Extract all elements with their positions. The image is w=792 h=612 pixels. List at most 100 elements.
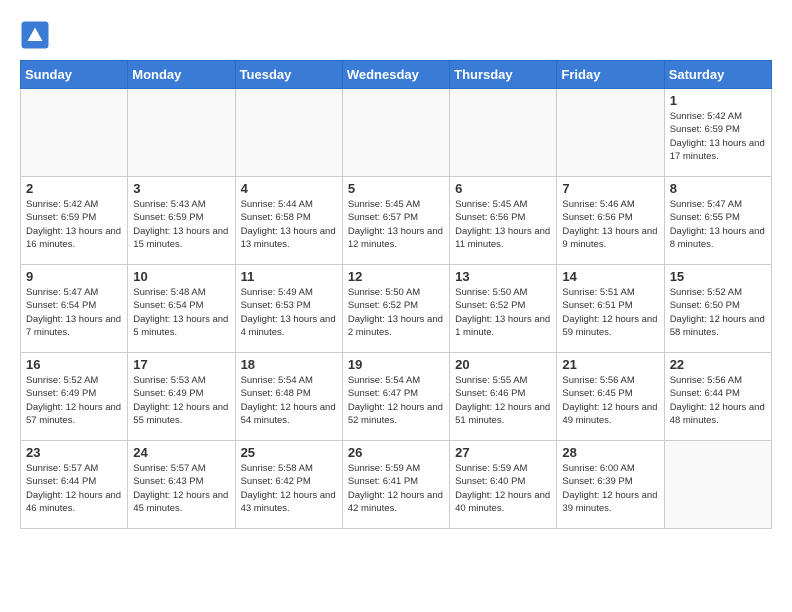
day-number: 16 — [26, 357, 122, 372]
calendar-cell — [21, 89, 128, 177]
calendar-cell — [235, 89, 342, 177]
day-info: Sunrise: 5:56 AM Sunset: 6:45 PM Dayligh… — [562, 374, 658, 427]
calendar-cell: 16 Sunrise: 5:52 AM Sunset: 6:49 PM Dayli… — [21, 353, 128, 441]
week-row-1: 1 Sunrise: 5:42 AM Sunset: 6:59 PM Daylig… — [21, 89, 772, 177]
day-number: 27 — [455, 445, 551, 460]
calendar-cell: 23 Sunrise: 5:57 AM Sunset: 6:44 PM Dayli… — [21, 441, 128, 529]
calendar-cell: 15 Sunrise: 5:52 AM Sunset: 6:50 PM Dayli… — [664, 265, 771, 353]
calendar-cell: 11 Sunrise: 5:49 AM Sunset: 6:53 PM Dayli… — [235, 265, 342, 353]
calendar-cell: 20Sunrise: 5:55 AM Sunset: 6:46 PM Dayli… — [450, 353, 557, 441]
day-number: 6 — [455, 181, 551, 196]
day-info: Sunrise: 5:51 AM Sunset: 6:51 PM Dayligh… — [562, 286, 658, 339]
weekday-header-friday: Friday — [557, 61, 664, 89]
calendar-cell: 6 Sunrise: 5:45 AM Sunset: 6:56 PM Daylig… — [450, 177, 557, 265]
calendar-cell: 22 Sunrise: 5:56 AM Sunset: 6:44 PM Dayli… — [664, 353, 771, 441]
calendar-cell — [557, 89, 664, 177]
day-number: 15 — [670, 269, 766, 284]
day-number: 18 — [241, 357, 337, 372]
calendar-cell: 8 Sunrise: 5:47 AM Sunset: 6:55 PM Daylig… — [664, 177, 771, 265]
day-number: 8 — [670, 181, 766, 196]
day-info: Sunrise: 5:53 AM Sunset: 6:49 PM Dayligh… — [133, 374, 229, 427]
day-number: 4 — [241, 181, 337, 196]
day-info: Sunrise: 5:54 AM Sunset: 6:47 PM Dayligh… — [348, 374, 444, 427]
calendar-cell: 2 Sunrise: 5:42 AM Sunset: 6:59 PM Daylig… — [21, 177, 128, 265]
calendar-cell — [450, 89, 557, 177]
day-info: Sunrise: 5:42 AM Sunset: 6:59 PM Dayligh… — [670, 110, 766, 163]
day-info: Sunrise: 5:59 AM Sunset: 6:41 PM Dayligh… — [348, 462, 444, 515]
day-info: Sunrise: 5:52 AM Sunset: 6:49 PM Dayligh… — [26, 374, 122, 427]
calendar-cell: 17 Sunrise: 5:53 AM Sunset: 6:49 PM Dayli… — [128, 353, 235, 441]
weekday-header-row: SundayMondayTuesdayWednesdayThursdayFrid… — [21, 61, 772, 89]
calendar-cell: 14 Sunrise: 5:51 AM Sunset: 6:51 PM Dayli… — [557, 265, 664, 353]
day-number: 5 — [348, 181, 444, 196]
day-info: Sunrise: 5:43 AM Sunset: 6:59 PM Dayligh… — [133, 198, 229, 251]
day-info: Sunrise: 5:44 AM Sunset: 6:58 PM Dayligh… — [241, 198, 337, 251]
weekday-header-tuesday: Tuesday — [235, 61, 342, 89]
calendar-cell: 28 Sunrise: 6:00 AM Sunset: 6:39 PM Dayli… — [557, 441, 664, 529]
day-number: 24 — [133, 445, 229, 460]
day-info: Sunrise: 5:57 AM Sunset: 6:43 PM Dayligh… — [133, 462, 229, 515]
day-info: Sunrise: 5:56 AM Sunset: 6:44 PM Dayligh… — [670, 374, 766, 427]
day-number: 2 — [26, 181, 122, 196]
day-info: Sunrise: 5:49 AM Sunset: 6:53 PM Dayligh… — [241, 286, 337, 339]
week-row-3: 9Sunrise: 5:47 AM Sunset: 6:54 PM Daylig… — [21, 265, 772, 353]
calendar-cell: 5 Sunrise: 5:45 AM Sunset: 6:57 PM Daylig… — [342, 177, 449, 265]
day-info: Sunrise: 5:48 AM Sunset: 6:54 PM Dayligh… — [133, 286, 229, 339]
weekday-header-thursday: Thursday — [450, 61, 557, 89]
logo-icon — [20, 20, 50, 50]
day-number: 10 — [133, 269, 229, 284]
day-number: 23 — [26, 445, 122, 460]
day-info: Sunrise: 5:58 AM Sunset: 6:42 PM Dayligh… — [241, 462, 337, 515]
day-number: 21 — [562, 357, 658, 372]
week-row-4: 16 Sunrise: 5:52 AM Sunset: 6:49 PM Dayli… — [21, 353, 772, 441]
day-info: Sunrise: 5:42 AM Sunset: 6:59 PM Dayligh… — [26, 198, 122, 251]
weekday-header-monday: Monday — [128, 61, 235, 89]
day-info: Sunrise: 5:52 AM Sunset: 6:50 PM Dayligh… — [670, 286, 766, 339]
day-info: Sunrise: 5:55 AM Sunset: 6:46 PM Dayligh… — [455, 374, 551, 427]
day-number: 26 — [348, 445, 444, 460]
day-number: 11 — [241, 269, 337, 284]
calendar-cell: 9Sunrise: 5:47 AM Sunset: 6:54 PM Daylig… — [21, 265, 128, 353]
calendar-cell: 27 Sunrise: 5:59 AM Sunset: 6:40 PM Dayli… — [450, 441, 557, 529]
day-number: 14 — [562, 269, 658, 284]
day-number: 28 — [562, 445, 658, 460]
day-number: 1 — [670, 93, 766, 108]
weekday-header-sunday: Sunday — [21, 61, 128, 89]
calendar-cell: 21 Sunrise: 5:56 AM Sunset: 6:45 PM Dayli… — [557, 353, 664, 441]
calendar-cell — [128, 89, 235, 177]
day-info: Sunrise: 5:45 AM Sunset: 6:57 PM Dayligh… — [348, 198, 444, 251]
day-number: 19 — [348, 357, 444, 372]
calendar-cell: 4 Sunrise: 5:44 AM Sunset: 6:58 PM Daylig… — [235, 177, 342, 265]
day-info: Sunrise: 5:45 AM Sunset: 6:56 PM Dayligh… — [455, 198, 551, 251]
week-row-5: 23 Sunrise: 5:57 AM Sunset: 6:44 PM Dayli… — [21, 441, 772, 529]
day-number: 22 — [670, 357, 766, 372]
weekday-header-wednesday: Wednesday — [342, 61, 449, 89]
day-info: Sunrise: 5:50 AM Sunset: 6:52 PM Dayligh… — [348, 286, 444, 339]
calendar-table: SundayMondayTuesdayWednesdayThursdayFrid… — [20, 60, 772, 529]
calendar-cell: 25 Sunrise: 5:58 AM Sunset: 6:42 PM Dayli… — [235, 441, 342, 529]
calendar-cell: 24 Sunrise: 5:57 AM Sunset: 6:43 PM Dayli… — [128, 441, 235, 529]
calendar-cell: 26 Sunrise: 5:59 AM Sunset: 6:41 PM Dayli… — [342, 441, 449, 529]
calendar-cell: 10 Sunrise: 5:48 AM Sunset: 6:54 PM Dayli… — [128, 265, 235, 353]
calendar-cell: 3 Sunrise: 5:43 AM Sunset: 6:59 PM Daylig… — [128, 177, 235, 265]
calendar-cell: 12 Sunrise: 5:50 AM Sunset: 6:52 PM Dayli… — [342, 265, 449, 353]
day-number: 25 — [241, 445, 337, 460]
calendar-cell — [664, 441, 771, 529]
calendar-cell: 7 Sunrise: 5:46 AM Sunset: 6:56 PM Daylig… — [557, 177, 664, 265]
day-number: 7 — [562, 181, 658, 196]
day-info: Sunrise: 5:50 AM Sunset: 6:52 PM Dayligh… — [455, 286, 551, 339]
day-info: Sunrise: 5:47 AM Sunset: 6:55 PM Dayligh… — [670, 198, 766, 251]
day-info: Sunrise: 5:59 AM Sunset: 6:40 PM Dayligh… — [455, 462, 551, 515]
day-info: Sunrise: 5:46 AM Sunset: 6:56 PM Dayligh… — [562, 198, 658, 251]
calendar-cell: 19 Sunrise: 5:54 AM Sunset: 6:47 PM Dayli… — [342, 353, 449, 441]
calendar-cell — [342, 89, 449, 177]
calendar-cell: 1 Sunrise: 5:42 AM Sunset: 6:59 PM Daylig… — [664, 89, 771, 177]
day-number: 17 — [133, 357, 229, 372]
day-number: 3 — [133, 181, 229, 196]
day-info: Sunrise: 6:00 AM Sunset: 6:39 PM Dayligh… — [562, 462, 658, 515]
week-row-2: 2 Sunrise: 5:42 AM Sunset: 6:59 PM Daylig… — [21, 177, 772, 265]
day-number: 12 — [348, 269, 444, 284]
day-info: Sunrise: 5:54 AM Sunset: 6:48 PM Dayligh… — [241, 374, 337, 427]
day-info: Sunrise: 5:57 AM Sunset: 6:44 PM Dayligh… — [26, 462, 122, 515]
day-info: Sunrise: 5:47 AM Sunset: 6:54 PM Dayligh… — [26, 286, 122, 339]
